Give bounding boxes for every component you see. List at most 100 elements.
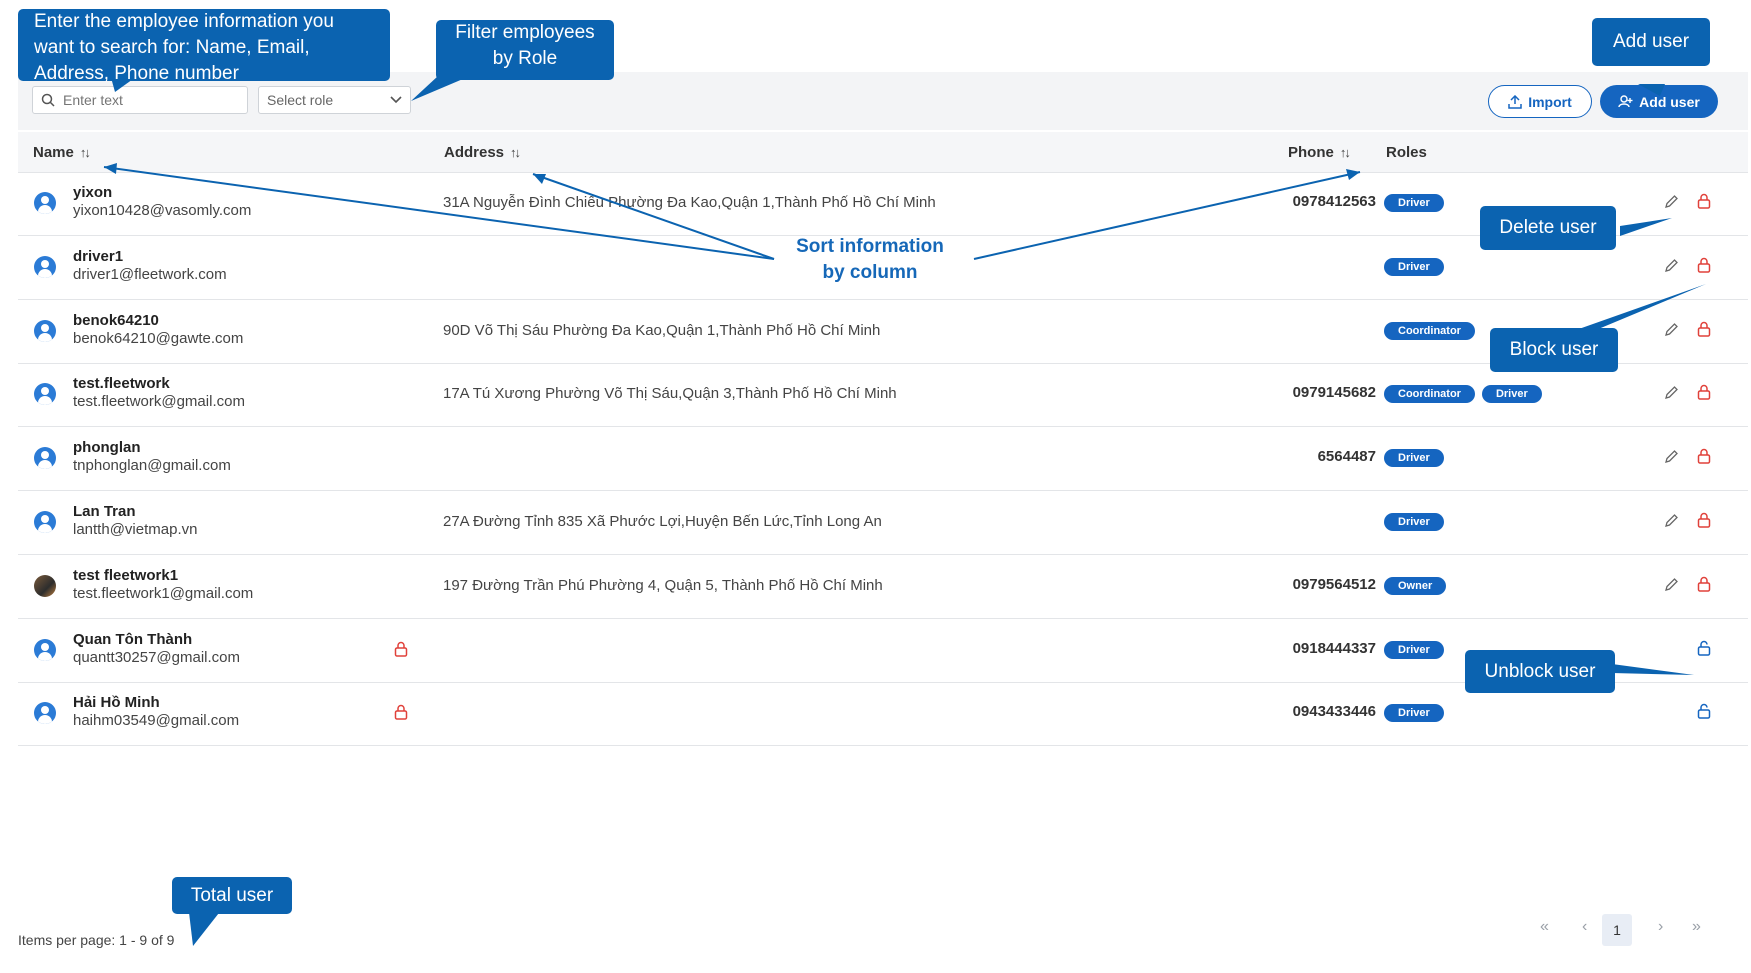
role-badge: Driver [1481, 385, 1542, 404]
table-header [18, 132, 1748, 173]
add-user-button[interactable]: Add user [1600, 85, 1718, 118]
callout-block-user: Block user [1490, 328, 1618, 372]
role-badge: Driver [1384, 513, 1444, 531]
import-button[interactable]: Import [1488, 85, 1592, 118]
current-page[interactable]: 1 [1602, 914, 1632, 946]
column-label: Name [33, 144, 74, 161]
column-header-name[interactable]: Name ↑↓ [33, 144, 91, 161]
user-name: yixon [73, 184, 113, 201]
unblock-lock-icon[interactable] [1697, 703, 1711, 724]
callout-delete-user: Delete user [1480, 206, 1616, 250]
last-page-button[interactable]: » [1692, 918, 1701, 936]
items-per-page: Items per page: 1 - 9 of 9 [18, 932, 175, 948]
edit-pencil-icon[interactable] [1664, 385, 1679, 405]
user-name: phonglan [73, 439, 141, 457]
block-lock-icon[interactable] [1697, 193, 1711, 214]
table-row: Lan Tran lantth@vietmap.vn 27A Đường Tỉnh… [18, 491, 1748, 555]
table-row: phonglan tnphonglan@gmail.com 6564487 Dr… [18, 427, 1748, 492]
role-badge: Driver [1384, 194, 1444, 212]
user-phone: 0918444337 [1292, 639, 1376, 657]
column-header-address[interactable]: Address ↑↓ [444, 144, 521, 161]
user-name: benok64210 [73, 311, 159, 329]
block-lock-icon[interactable] [1697, 512, 1711, 533]
user-email: quantt30257@gmail.com [73, 648, 240, 666]
callout-filter-line1: Filter employees [455, 22, 595, 43]
user-phone: 0978412563 [1292, 193, 1376, 210]
column-label: Address [444, 144, 505, 161]
user-roles: Driver [1384, 704, 1444, 723]
search-box[interactable] [32, 86, 248, 114]
edit-pencil-icon[interactable] [1664, 577, 1679, 597]
block-lock-icon[interactable] [1697, 384, 1711, 405]
sort-icon[interactable]: ↑↓ [510, 145, 521, 160]
role-badge: Coordinator [1384, 385, 1475, 404]
user-email: yixon10428@vasomly.com [73, 202, 252, 219]
user-address: 31A Nguyễn Đình Chiểu Phường Đa Kao,Quận… [443, 194, 936, 211]
callout-filter: Filter employees by Role [436, 20, 614, 80]
user-email: driver1@fleetwork.com [73, 265, 227, 283]
blocked-lock-icon [394, 641, 408, 662]
user-name: Lan Tran [73, 503, 136, 520]
user-roles: Driver [1384, 257, 1444, 276]
user-phone: 0979145682 [1292, 384, 1376, 402]
upload-icon [1508, 94, 1522, 109]
user-roles: Coordinator [1384, 321, 1475, 340]
user-roles: Owner [1384, 576, 1447, 595]
role-badge: Owner [1384, 576, 1447, 595]
column-label: Roles [1386, 144, 1427, 161]
user-email: benok64210@gawte.com [73, 329, 244, 347]
role-select-value: Select role [267, 92, 334, 108]
user-name: driver1 [73, 247, 124, 265]
user-name: Quan Tôn Thành [73, 630, 193, 648]
block-lock-icon[interactable] [1697, 576, 1711, 597]
user-name: test fleetwork1 [73, 566, 179, 584]
user-email: test.fleetwork1@gmail.com [73, 584, 254, 602]
edit-pencil-icon[interactable] [1664, 322, 1679, 342]
user-email: test.fleetwork@gmail.com [73, 393, 245, 411]
next-page-button[interactable]: › [1658, 918, 1663, 936]
block-lock-icon[interactable] [1697, 321, 1711, 342]
role-badge: Coordinator [1384, 321, 1475, 340]
prev-page-button[interactable]: ‹ [1582, 918, 1587, 936]
edit-pencil-icon[interactable] [1664, 194, 1679, 214]
user-roles: Driver [1384, 194, 1444, 212]
sort-icon[interactable]: ↑↓ [1340, 145, 1351, 160]
block-lock-icon[interactable] [1697, 257, 1711, 278]
user-roles: Driver [1384, 449, 1444, 468]
user-address: 27A Đường Tỉnh 835 Xã Phước Lợi,Huyện Bế… [443, 513, 882, 530]
callout-sort: Sort information by column [780, 234, 960, 286]
user-address: 17A Tú Xương Phường Võ Thị Sáu,Quận 3,Th… [443, 385, 897, 403]
role-badge: Driver [1384, 257, 1444, 276]
edit-pencil-icon[interactable] [1664, 258, 1679, 278]
role-badge: Driver [1384, 704, 1444, 723]
avatar [34, 192, 56, 214]
user-email: lantth@vietmap.vn [73, 521, 198, 538]
edit-pencil-icon[interactable] [1664, 449, 1679, 469]
unblock-lock-icon[interactable] [1697, 640, 1711, 661]
edit-pencil-icon[interactable] [1664, 513, 1679, 533]
avatar [34, 319, 56, 342]
first-page-button[interactable]: « [1540, 918, 1549, 936]
callout-total-user: Total user [172, 877, 292, 914]
role-select[interactable]: Select role [258, 86, 411, 114]
user-address: 197 Đường Trần Phú Phường 4, Quận 5, Thà… [443, 576, 883, 594]
avatar [34, 255, 56, 278]
column-header-phone[interactable]: Phone ↑↓ [1288, 144, 1351, 161]
block-lock-icon[interactable] [1697, 448, 1711, 469]
user-email: tnphonglan@gmail.com [73, 457, 231, 475]
callout-sort-line2: by column [822, 262, 918, 283]
user-address: 90D Võ Thị Sáu Phường Đa Kao,Quận 1,Thàn… [443, 321, 881, 339]
search-input[interactable] [61, 91, 235, 109]
user-phone: 6564487 [1317, 448, 1376, 466]
add-user-icon [1618, 95, 1633, 108]
table-row: test fleetwork1 test.fleetwork1@gmail.co… [18, 555, 1748, 619]
callout-sort-line1: Sort information [796, 236, 944, 257]
callout-add-user: Add user [1592, 18, 1710, 66]
role-badge: Driver [1384, 640, 1444, 659]
chevron-down-icon [390, 96, 402, 104]
sort-icon[interactable]: ↑↓ [80, 145, 91, 160]
search-icon [41, 93, 55, 107]
avatar [34, 574, 56, 597]
avatar [34, 702, 56, 725]
import-label: Import [1528, 93, 1572, 110]
